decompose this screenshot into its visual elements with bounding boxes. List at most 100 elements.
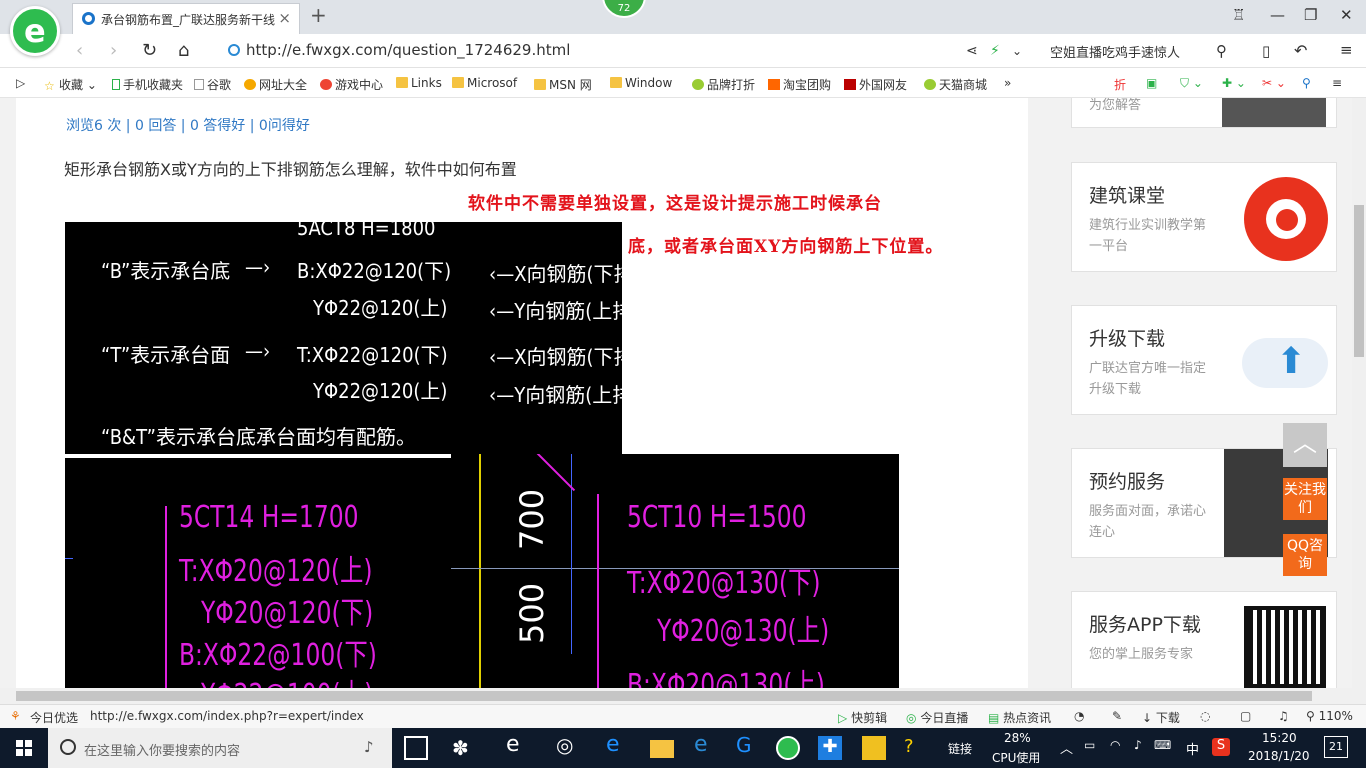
search-icon[interactable]: ⚲	[1216, 42, 1227, 60]
bookmark-msn[interactable]: MSN 网	[534, 76, 592, 93]
follow-us-button[interactable]: 关注我们	[1283, 478, 1327, 520]
card-subtitle: 广联达官方唯一指定升级下载	[1089, 361, 1207, 397]
action-center-icon[interactable]: 21	[1324, 736, 1348, 758]
sidebar-card-download[interactable]: 升级下载 广联达官方唯一指定升级下载 ⬆	[1071, 305, 1337, 415]
bookmark-links[interactable]: Links	[396, 76, 442, 90]
browser-360-icon[interactable]	[776, 736, 800, 760]
ime-indicator[interactable]: 中	[1186, 739, 1199, 758]
reader-icon[interactable]: ▣	[1146, 76, 1157, 90]
sidebar-card-app[interactable]: 服务APP下载 您的掌上服务专家	[1071, 591, 1337, 688]
news-link[interactable]: ▤ 热点资讯	[988, 709, 1051, 726]
phone-icon[interactable]: ▯	[1262, 42, 1270, 60]
back-icon[interactable]: ‹	[76, 40, 83, 61]
restore-icon[interactable]: ❐	[1304, 6, 1317, 24]
cpu-percent: 28%	[1004, 731, 1031, 745]
home-icon[interactable]: ⌂	[178, 40, 189, 61]
swirl-app-icon[interactable]: ◎	[556, 733, 580, 757]
sogou-icon[interactable]: S	[1212, 738, 1230, 756]
sidebar-card-expert[interactable]: 为您解答	[1071, 98, 1337, 128]
shirt-icon[interactable]: ♖	[1232, 6, 1245, 24]
overflow-icon[interactable]: ≡	[1332, 76, 1342, 90]
chevron-down-icon[interactable]: ⌄	[1012, 44, 1022, 58]
download-link[interactable]: ↓ 下载	[1142, 709, 1180, 726]
bookmark-tmall[interactable]: 天猫商城	[924, 76, 987, 93]
start-icon[interactable]	[16, 740, 32, 756]
wifi-icon[interactable]: ◠	[1110, 738, 1120, 752]
keyboard-icon[interactable]: ⌨	[1154, 738, 1171, 752]
question-stats[interactable]: 浏览6 次 | 0 回答 | 0 答得好 | 0问得好	[66, 115, 310, 135]
discount-icon[interactable]: 折	[1114, 76, 1126, 93]
task-view-icon[interactable]	[404, 736, 428, 760]
gift-icon: ⚘	[10, 709, 21, 723]
today-picks-link[interactable]: 今日优选	[30, 709, 78, 726]
shield-icon[interactable]: ⛉ ⌄	[1180, 76, 1203, 91]
translate-icon[interactable]: ✚ ⌄	[1222, 76, 1246, 90]
bookmark-site-nav[interactable]: 网址大全	[244, 76, 307, 93]
horizontal-scrollbar[interactable]	[0, 688, 1366, 704]
help-app-icon[interactable]: ?	[904, 736, 928, 760]
battery-icon[interactable]: ▭	[1084, 738, 1095, 752]
minimize-icon[interactable]: —	[1270, 6, 1285, 24]
url-field[interactable]: http://e.fwxgx.com/question_1724629.html	[228, 41, 570, 59]
bookmark-brand-sale[interactable]: 品牌打折	[692, 76, 755, 93]
zoom-level[interactable]: ⚲ 110%	[1306, 709, 1353, 723]
search-input[interactable]: 空姐直播吃鸡手速惊人	[1050, 42, 1180, 61]
sidebar-card-classroom[interactable]: 建筑课堂 建筑行业实训教学第一平台	[1071, 162, 1337, 272]
g-app-icon[interactable]: G	[736, 733, 760, 757]
pin-icon[interactable]: ✎	[1112, 709, 1122, 723]
bookmark-games[interactable]: 游戏中心	[320, 76, 383, 93]
cad-text: B:XΦ22@100(下)	[179, 638, 377, 673]
undo-icon[interactable]: ↶	[1294, 41, 1307, 60]
cad-text: 5CT14 H=1700	[179, 500, 359, 535]
cad-line	[165, 506, 167, 688]
microphone-icon[interactable]: ♪	[364, 738, 374, 756]
clock-time[interactable]: 15:20	[1262, 731, 1297, 745]
links-toolbar[interactable]: 链接	[948, 740, 972, 757]
file-explorer-icon[interactable]	[650, 740, 674, 758]
bookmark-windows[interactable]: Window	[610, 76, 672, 90]
menu-icon[interactable]: ≡	[1340, 41, 1353, 59]
bookmark-favorites[interactable]: ☆ 收藏 ⌄	[44, 76, 97, 93]
lightning-icon[interactable]: ⚡	[990, 43, 1000, 59]
clean-icon[interactable]: ◌	[1200, 709, 1210, 723]
more-bookmarks-icon[interactable]: »	[1004, 76, 1011, 90]
quick-edit-link[interactable]: ▷ 快剪辑	[838, 709, 887, 726]
ie-browser-icon[interactable]: e	[506, 732, 530, 757]
bookmark-taobao[interactable]: 淘宝团购	[768, 76, 831, 93]
edge-icon[interactable]: e	[606, 732, 630, 757]
share-icon[interactable]: ⋖	[966, 43, 978, 59]
notes-app-icon[interactable]	[862, 736, 886, 760]
ie-icon[interactable]: e	[694, 732, 718, 757]
clock-date[interactable]: 2018/1/20	[1248, 749, 1310, 763]
bookmark-google[interactable]: 谷歌	[194, 76, 231, 93]
scissors-icon[interactable]: ✂ ⌄	[1262, 76, 1286, 90]
notification-badge[interactable]: 72	[602, 0, 646, 18]
window-icon[interactable]: ▢	[1240, 709, 1251, 723]
search-tool-icon[interactable]: ⚲	[1302, 76, 1311, 90]
tab-bar: e 承台钢筋布置_广联达服务新干线 × + 72 ♖ — ❐ ✕	[0, 0, 1366, 56]
live-link[interactable]: ◎ 今日直播	[906, 709, 968, 726]
pinwheel-icon[interactable]: ✽	[452, 736, 476, 760]
chevron-up-icon[interactable]: ︿	[1060, 738, 1073, 757]
close-window-icon[interactable]: ✕	[1340, 6, 1353, 24]
refresh-icon[interactable]: ↻	[142, 40, 157, 61]
close-tab-icon[interactable]: ×	[278, 9, 291, 27]
taskbar-search[interactable]: 在这里输入你要搜索的内容 ♪	[48, 728, 392, 768]
volume-icon[interactable]: ♪	[1134, 738, 1142, 752]
plus-app-icon[interactable]: ✚	[818, 736, 842, 760]
qq-consult-button[interactable]: QQ咨询	[1283, 534, 1327, 576]
bookmarks-bar: ▷ ☆ 收藏 ⌄ 手机收藏夹 谷歌 网址大全 游戏中心 Links Microso…	[0, 68, 1366, 98]
back-to-top-icon[interactable]: ︿	[1283, 423, 1327, 467]
cad-text: B:XΦ22@120(下)	[297, 259, 452, 283]
browser-logo-icon[interactable]: e	[10, 6, 60, 56]
bookmark-foreign[interactable]: 外国网友	[844, 76, 907, 93]
bookmark-microsoft[interactable]: Microsof	[452, 76, 517, 90]
sidebar-toggle-icon[interactable]: ▷	[16, 76, 25, 90]
speed-icon[interactable]: ◔	[1074, 709, 1084, 723]
bookmark-mobile[interactable]: 手机收藏夹	[112, 76, 183, 93]
tab-active[interactable]: 承台钢筋布置_广联达服务新干线 ×	[72, 3, 300, 34]
vertical-scrollbar[interactable]	[1352, 98, 1366, 688]
audio-icon[interactable]: ♫	[1278, 709, 1289, 723]
new-tab-icon[interactable]: +	[310, 3, 327, 27]
forward-icon[interactable]: ›	[110, 40, 117, 61]
